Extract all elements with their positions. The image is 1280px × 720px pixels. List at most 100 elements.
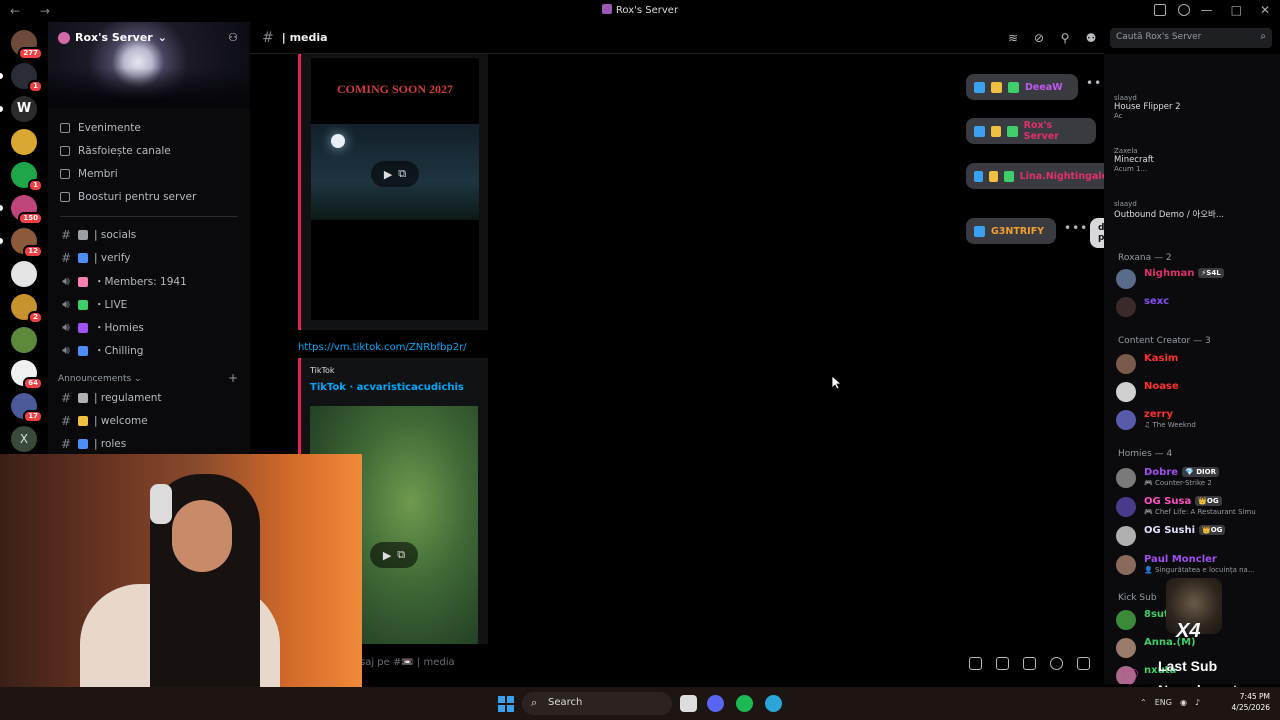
member-row[interactable]: OG Sushi 👑OG [1112, 523, 1276, 549]
avatar [1116, 555, 1136, 575]
add-channel-icon[interactable]: + [228, 371, 238, 385]
member-row[interactable]: OG Susa 👑OG 🎮 Chef Life: A Restaurant Simu [1112, 494, 1276, 520]
server-icon[interactable]: 150 [11, 195, 43, 225]
channel-item[interactable]: # | roles [60, 437, 126, 451]
volume-icon[interactable]: ♪ [1195, 698, 1200, 707]
voice-user-pill[interactable]: DeeaW [966, 74, 1078, 100]
minimize-button[interactable]: — [1201, 3, 1213, 17]
member-name: Kasim [1144, 353, 1179, 364]
help-icon[interactable] [1178, 4, 1190, 16]
play-button[interactable]: ▶ ⧉ [371, 161, 419, 187]
server-icon[interactable] [11, 261, 37, 287]
apps-icon[interactable] [1077, 657, 1090, 670]
member-row[interactable]: Paul Moncler 👤 Singurătatea e locuința na… [1112, 552, 1276, 578]
clock[interactable]: 7:45 PM 4/25/2026 [1232, 691, 1270, 713]
divider [60, 216, 238, 217]
language-indicator[interactable]: ENG [1155, 698, 1172, 707]
voice-user-pill[interactable]: Lina.Nightingale [966, 163, 1116, 189]
voice-user-pill[interactable]: Rox's Server [966, 118, 1096, 144]
member-row[interactable]: Noase [1112, 379, 1276, 405]
pin-icon[interactable]: ⚲ [1058, 31, 1072, 45]
mention-badge: 1 [28, 179, 43, 192]
taskbar-search[interactable]: ⌕ Search [522, 692, 672, 715]
tiktok-link[interactable]: https://vm.tiktok.com/ZNRbfbp2r/ [298, 342, 467, 353]
server-icon[interactable]: 1 [11, 162, 43, 192]
server-icon[interactable]: X [11, 426, 37, 452]
windows-start-icon[interactable] [498, 696, 514, 712]
sidebar-menu-item[interactable]: Evenimente [60, 122, 141, 134]
member-row[interactable]: Dobre 💎 DIOR 🎮 Counter-Strike 2 [1112, 465, 1276, 491]
maximize-button[interactable]: □ [1231, 3, 1242, 17]
server-icon[interactable]: 277 [11, 30, 43, 60]
channel-item[interactable]: # | regulament [60, 391, 162, 405]
search-icon: ⌕ [1260, 31, 1266, 42]
activity-card[interactable]: slaayd House Flipper 2 Ac [1114, 94, 1181, 120]
search-input[interactable]: Caută Rox's Server ⌕ [1110, 28, 1272, 48]
badge-icon [974, 125, 985, 137]
mention-badge: 277 [18, 47, 43, 60]
channel-item[interactable]: 🔊︎ ・LIVE [60, 297, 127, 312]
category-announcements[interactable]: Announcements ⌄ [58, 374, 142, 384]
embed-title[interactable]: TikTok · acvaristicacudichis [310, 382, 464, 393]
sidebar-menu-item[interactable]: Boosturi pentru server [60, 191, 196, 203]
server-name-dropdown[interactable]: Rox's Server ⌄ [58, 31, 167, 44]
mute-icon[interactable]: ⊘ [1032, 31, 1046, 45]
invite-icon[interactable]: ⚇ [228, 31, 238, 44]
gif-icon[interactable] [996, 657, 1009, 670]
window-title: Rox's Server [0, 4, 1280, 16]
video-thumbnail[interactable]: COMING SOON 2027 ▶ ⧉ [311, 58, 479, 320]
title-bar: ← → Rox's Server — □ ✕ [0, 0, 1280, 22]
tray-chevron-icon[interactable]: ⌃ [1140, 698, 1147, 707]
task-view-icon[interactable] [680, 695, 697, 712]
server-icon[interactable]: 64 [11, 360, 43, 390]
channel-item[interactable]: # | welcome [60, 414, 148, 428]
member-row[interactable]: zerry ♫ The Weeknd [1112, 407, 1276, 433]
hash-icon: # [60, 228, 72, 242]
member-list-icon[interactable]: ⚉ [1084, 31, 1098, 45]
sidebar-menu-item[interactable]: Răsfoiește canale [60, 145, 171, 157]
avatar [1116, 410, 1136, 430]
sidebar-menu-item[interactable]: Membri [60, 168, 118, 180]
server-icon[interactable] [11, 129, 37, 155]
badge-icon [974, 225, 985, 237]
channel-item[interactable]: 🔊︎ ・Chilling [60, 343, 143, 358]
close-button[interactable]: ✕ [1260, 3, 1270, 17]
server-icon[interactable]: W [11, 96, 37, 122]
more-options-icon[interactable]: ••• [1064, 221, 1088, 235]
member-status: 🎮 Counter-Strike 2 [1144, 479, 1212, 487]
threads-icon[interactable]: ≋ [1006, 31, 1020, 45]
activity-card[interactable]: Zaxela Minecraft Acum 1... [1114, 147, 1154, 173]
boost-icon [60, 192, 70, 202]
spotify-icon[interactable] [736, 695, 753, 712]
channel-item[interactable]: 🔊︎ ・Homies [60, 320, 144, 335]
server-icon[interactable]: 17 [11, 393, 43, 423]
server-icon[interactable]: 12 [11, 228, 43, 258]
channel-item[interactable]: # | socials [60, 228, 136, 242]
server-icon [601, 4, 612, 14]
member-row[interactable]: sexc [1112, 294, 1276, 320]
server-icon[interactable]: 1 [11, 63, 43, 93]
member-row[interactable]: Nighman ⚡S4L [1112, 266, 1276, 292]
message-composer[interactable]: saj pe #📼 | media [250, 650, 1104, 678]
play-button[interactable]: ▶ ⧉ [370, 542, 418, 568]
channel-title: | media [281, 31, 328, 44]
discord-icon[interactable] [707, 695, 724, 712]
member-status: 🎮 Chef Life: A Restaurant Simu [1144, 508, 1256, 516]
voice-user-pill[interactable]: G3NTRIFY [966, 218, 1056, 244]
sticker-icon[interactable] [1023, 657, 1036, 670]
inbox-icon[interactable] [1154, 4, 1166, 16]
edge-icon[interactable] [765, 695, 782, 712]
badge-icon [1004, 170, 1014, 182]
activity-card[interactable]: slaayd Outbound Demo / 아오바... [1114, 200, 1224, 220]
channel-item[interactable]: # | verify [60, 251, 131, 265]
wifi-icon[interactable]: ◉ [1180, 698, 1187, 707]
member-row[interactable]: Kasim [1112, 351, 1276, 377]
gift-icon[interactable] [969, 657, 982, 670]
window-controls: — □ ✕ [1201, 3, 1270, 17]
badge-icon [989, 170, 999, 182]
server-icon[interactable]: 2 [11, 294, 43, 324]
hash-icon: # [60, 414, 72, 428]
emoji-icon[interactable] [1050, 657, 1063, 670]
channel-item[interactable]: 🔊︎ ・Members: 1941 [60, 274, 187, 289]
server-icon[interactable] [11, 327, 37, 353]
